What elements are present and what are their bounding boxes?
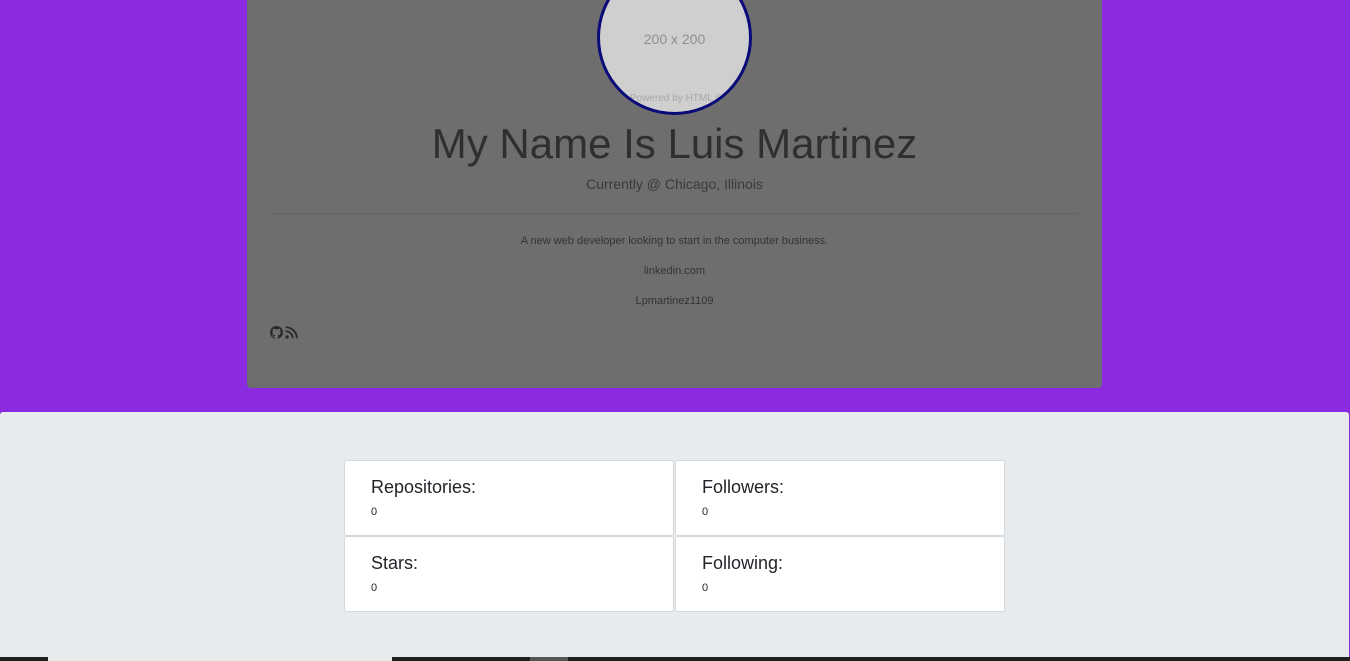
followers-card: Followers: 0	[675, 460, 1005, 536]
following-label: Following:	[702, 553, 784, 573]
repositories-label: Repositories:	[371, 477, 477, 497]
taskbar-app[interactable]	[530, 657, 568, 661]
stars-card: Stars: 0	[344, 536, 674, 612]
stats-section: Repositories: 0 Followers: 0 Stars: 0 Fo…	[0, 412, 1349, 657]
linkedin-link[interactable]: linkedin.com	[247, 265, 1102, 277]
github-icon[interactable]	[270, 324, 283, 339]
profile-bio: A new web developer looking to start in …	[520, 235, 829, 247]
avatar-credit-text: Powered by HTML.COM	[630, 93, 739, 104]
taskbar	[0, 657, 1350, 661]
profile-location: Currently @ Chicago, Illinois	[586, 176, 763, 192]
following-value: 0	[702, 582, 709, 594]
stars-label: Stars:	[371, 553, 419, 573]
following-card: Following: 0	[675, 536, 1005, 612]
repositories-value: 0	[371, 506, 378, 518]
divider	[270, 213, 1079, 214]
taskbar-active-window[interactable]	[48, 657, 392, 661]
avatar-placeholder-text: 200 x 200	[643, 31, 706, 47]
followers-label: Followers:	[702, 477, 785, 497]
followers-value: 0	[702, 506, 709, 518]
rss-icon[interactable]	[285, 324, 298, 339]
profile-name: My Name Is Luis Martinez	[431, 120, 918, 167]
social-links	[270, 324, 298, 339]
avatar: 200 x 200 Powered by HTML.COM	[597, 0, 752, 115]
stars-value: 0	[371, 582, 378, 594]
profile-username: Lpmartinez1109	[635, 295, 714, 307]
repositories-card: Repositories: 0	[344, 460, 674, 536]
profile-card: 200 x 200 Powered by HTML.COM My Name Is…	[247, 0, 1102, 388]
